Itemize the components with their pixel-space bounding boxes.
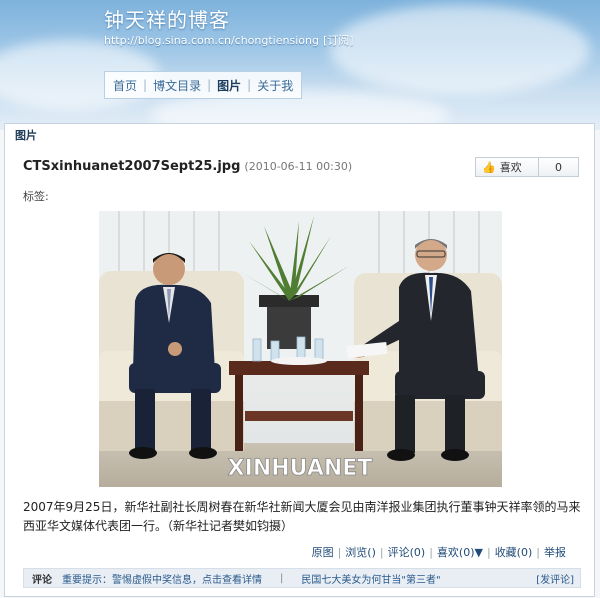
views-link[interactable]: 浏览(): [345, 544, 376, 560]
favorites-link[interactable]: 收藏(0): [495, 544, 533, 560]
comment-bar-label: 评论: [32, 574, 52, 586]
nav-divider: |: [247, 78, 252, 92]
watermark-text: XINHUANET: [228, 456, 373, 481]
action-divider: |: [486, 545, 491, 559]
report-link[interactable]: 举报: [544, 544, 566, 560]
photo-date: (2010-06-11 00:30): [244, 160, 353, 173]
panel-heading: 图片: [5, 124, 594, 148]
blog-title[interactable]: 钟天祥的博客: [104, 4, 230, 33]
meeting-photo[interactable]: XINHUANET: [99, 211, 502, 487]
blog-header: 钟天祥的博客 http://blog.sina.com.cn/chongtien…: [0, 0, 600, 130]
promo-link[interactable]: 民国七大美女为何甘当"第三者": [301, 571, 440, 586]
comment-bar: 评论 重要提示：警惕虚假中奖信息，点击查看详情 | 民国七大美女为何甘当"第三者…: [23, 568, 581, 588]
photo-actions: 原图 | 浏览() | 评论(0) | 喜欢(0)▼ | 收藏(0) | 举报: [312, 544, 566, 560]
photo-filename: CTSxinhuanet2007Sept25.jpg: [23, 159, 241, 174]
action-divider: |: [429, 545, 433, 559]
like-count: 0: [555, 160, 562, 174]
like-label: 喜欢: [499, 161, 522, 174]
comments-link[interactable]: 评论(0): [388, 544, 426, 560]
like-widget[interactable]: 👍 喜欢 0: [475, 157, 579, 177]
photo-caption: 2007年9月25日，新华社副社长周树春在新华社新闻大厦会见由南洋报业集团执行董…: [23, 500, 581, 533]
nav-divider: |: [143, 78, 148, 92]
like-button[interactable]: 👍 喜欢: [476, 158, 539, 176]
nav-item-photos[interactable]: 图片: [215, 77, 243, 94]
nav-item-home[interactable]: 首页: [111, 77, 139, 94]
action-divider: |: [337, 545, 342, 559]
thumbs-up-icon: 👍: [482, 160, 496, 174]
action-divider: |: [379, 545, 384, 559]
original-image-link[interactable]: 原图: [312, 544, 334, 560]
action-divider: |: [536, 545, 540, 559]
photo-panel: 图片 CTSxinhuanet2007Sept25.jpg (2010-06-11…: [4, 123, 595, 597]
likes-link[interactable]: 喜欢(0)▼: [437, 544, 483, 560]
post-comment-link[interactable]: [发评论]: [536, 571, 580, 586]
photo-title: CTSxinhuanet2007Sept25.jpg (2010-06-11 00…: [23, 159, 352, 174]
blog-url-line: http://blog.sina.com.cn/chongtiensiong [订…: [104, 32, 354, 48]
fraud-warning-link[interactable]: 重要提示：警惕虚假中奖信息，点击查看详情: [62, 571, 262, 586]
nav-item-about[interactable]: 关于我: [255, 77, 295, 94]
blog-nav: 首页 | 博文目录 | 图片 | 关于我: [104, 71, 303, 99]
cloud-decoration: [330, 5, 590, 95]
nav-item-article-list[interactable]: 博文目录: [151, 77, 203, 94]
nav-divider: |: [207, 78, 212, 92]
tags-label: 标签:: [23, 190, 49, 203]
meeting-photo-illustration: XINHUANET: [99, 211, 502, 487]
blog-url[interactable]: http://blog.sina.com.cn/chongtiensiong: [104, 34, 319, 47]
comment-bar-divider: |: [280, 572, 284, 584]
subscribe-link[interactable]: [订阅]: [323, 34, 354, 47]
